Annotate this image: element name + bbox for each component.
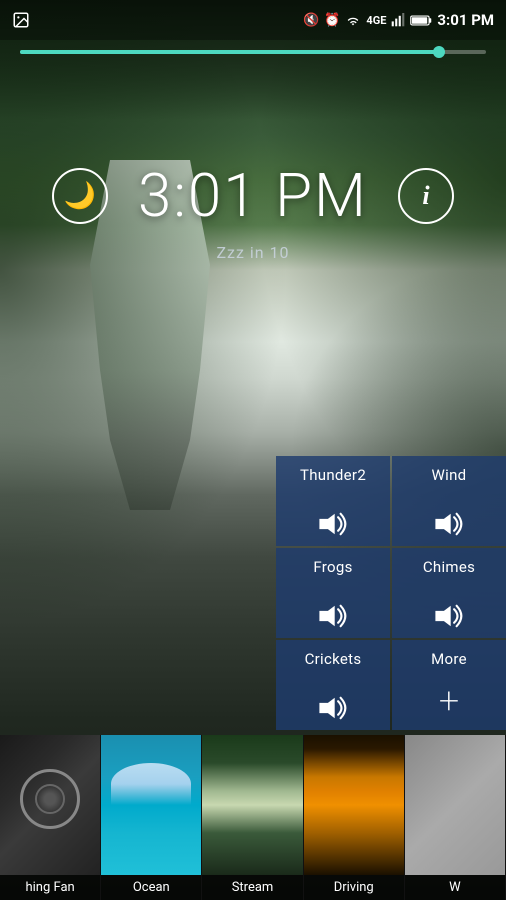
sound-tile-thunder2[interactable]: Thunder2 bbox=[276, 456, 390, 546]
thumb-label-ocean: Ocean bbox=[101, 875, 201, 900]
sound-label-wind: Wind bbox=[432, 466, 467, 484]
thumb-item-driving[interactable]: Driving bbox=[304, 735, 405, 900]
thumb-item-stream[interactable]: Stream bbox=[202, 735, 303, 900]
signal-icon bbox=[391, 13, 405, 27]
status-left-icons bbox=[12, 11, 30, 29]
sound-label-crickets: Crickets bbox=[305, 650, 362, 668]
thumbnail-strip: hing Fan Ocean Stream Driving W bbox=[0, 735, 506, 900]
sound-label-thunder2: Thunder2 bbox=[300, 466, 366, 484]
sound-label-chimes: Chimes bbox=[423, 558, 475, 576]
status-icons: 🔇 ⏰ 4GE 3:01 PM bbox=[303, 11, 494, 29]
thumb-img-driving bbox=[304, 735, 404, 875]
progress-bar-container[interactable] bbox=[20, 50, 486, 54]
gallery-icon bbox=[12, 11, 30, 29]
wifi-icon bbox=[345, 13, 361, 27]
speaker-icon-thunder2 bbox=[316, 510, 350, 538]
thumb-item-ocean[interactable]: Ocean bbox=[101, 735, 202, 900]
battery-icon bbox=[410, 14, 432, 27]
thumb-label-driving: Driving bbox=[304, 875, 404, 900]
speaker-icon-chimes bbox=[432, 602, 466, 630]
sound-tile-frogs[interactable]: Frogs bbox=[276, 548, 390, 638]
sound-label-frogs: Frogs bbox=[313, 558, 352, 576]
sound-grid: Thunder2 Wind Frogs Chimes bbox=[276, 456, 506, 730]
cloud bbox=[111, 763, 191, 805]
zzz-label: Zzz in 10 bbox=[216, 243, 289, 262]
thumb-img-w bbox=[405, 735, 505, 875]
speaker-icon-wind bbox=[432, 510, 466, 538]
sound-tile-wind[interactable]: Wind bbox=[392, 456, 506, 546]
sound-tile-crickets[interactable]: Crickets bbox=[276, 640, 390, 730]
network-label: 4GE bbox=[366, 14, 386, 27]
sound-tile-more[interactable]: More + bbox=[392, 640, 506, 730]
thumb-item-w[interactable]: W bbox=[405, 735, 506, 900]
thumb-label-stream: Stream bbox=[202, 875, 302, 900]
thumb-label-w: W bbox=[405, 875, 505, 900]
clock-row: 🌙 3:01 PM i bbox=[0, 160, 506, 231]
fan-inner bbox=[35, 784, 65, 814]
speaker-icon-crickets bbox=[316, 694, 350, 722]
status-time: 3:01 PM bbox=[437, 11, 494, 29]
status-bar: 🔇 ⏰ 4GE 3:01 PM bbox=[0, 0, 506, 40]
fan-icon bbox=[20, 769, 80, 829]
sound-label-more: More bbox=[431, 650, 467, 668]
volume-icon: 🔇 bbox=[303, 13, 319, 28]
thumb-item-fan[interactable]: hing Fan bbox=[0, 735, 101, 900]
moon-icon: 🌙 bbox=[64, 180, 96, 211]
thumb-img-stream bbox=[202, 735, 302, 875]
plus-icon: + bbox=[439, 680, 459, 722]
info-icon: i bbox=[422, 181, 429, 211]
thumb-img-fan bbox=[0, 735, 100, 875]
speaker-icon-frogs bbox=[316, 602, 350, 630]
clock-area: 🌙 3:01 PM i Zzz in 10 bbox=[0, 160, 506, 262]
progress-bar-fill bbox=[20, 50, 439, 54]
alarm-icon: ⏰ bbox=[324, 13, 340, 28]
clock-time: 3:01 PM bbox=[138, 160, 368, 231]
moon-button[interactable]: 🌙 bbox=[52, 168, 108, 224]
info-button[interactable]: i bbox=[398, 168, 454, 224]
thumb-label-fan: hing Fan bbox=[0, 875, 100, 900]
sound-tile-chimes[interactable]: Chimes bbox=[392, 548, 506, 638]
thumb-img-ocean bbox=[101, 735, 201, 875]
